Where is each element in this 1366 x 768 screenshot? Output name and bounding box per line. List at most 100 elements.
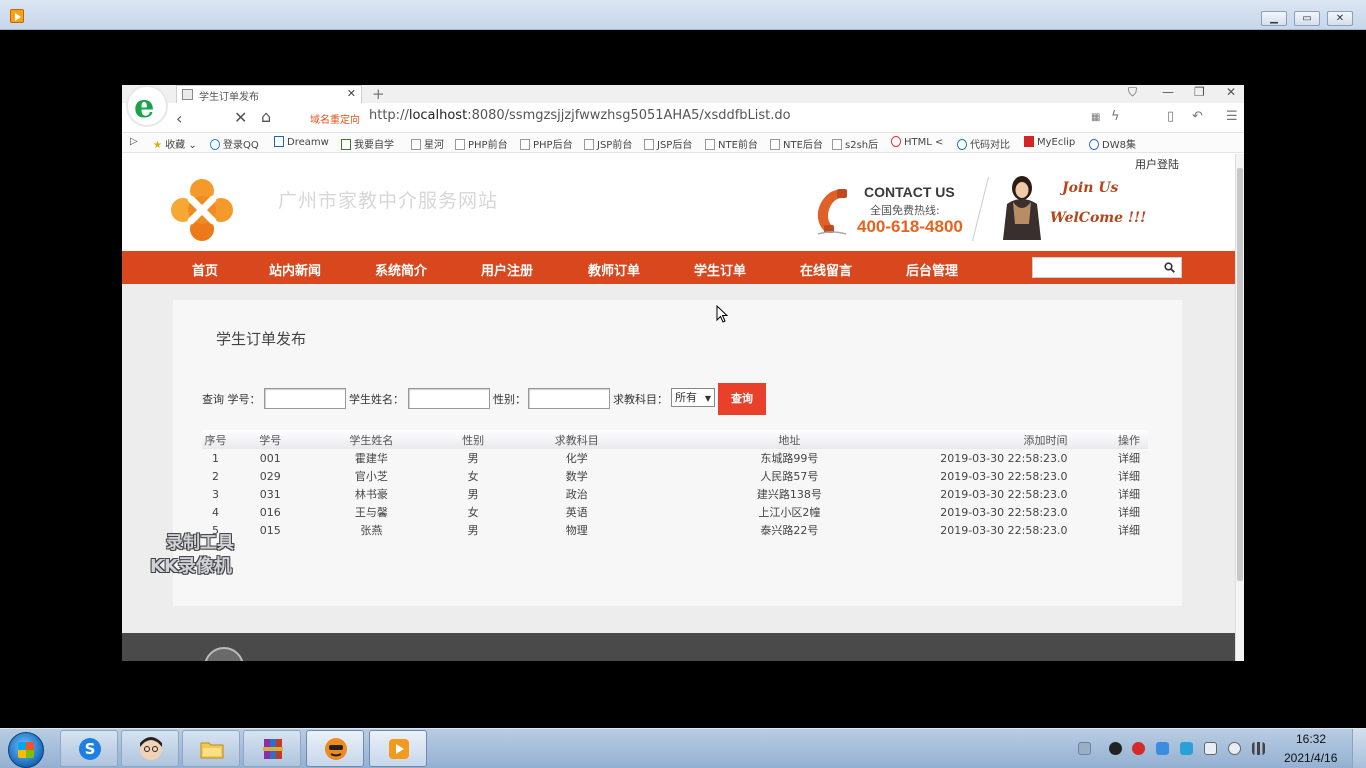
signal-icon[interactable] [1252,742,1265,755]
detail-link[interactable]: 详细 [1068,467,1148,485]
bookmark-item[interactable]: NTE后台 [770,136,823,151]
nav-student-orders[interactable]: 学生订单 [694,260,746,279]
mouse-cursor-icon [716,305,729,323]
nav-news[interactable]: 站内新闻 [269,260,321,279]
close-tab-icon[interactable]: ✕ [347,87,356,100]
nav-teacher-orders[interactable]: 教师订单 [588,260,640,279]
bookmark-item[interactable]: PHP前台 [455,136,508,151]
nav-about[interactable]: 系统简介 [375,260,427,279]
student-no-input[interactable] [264,388,346,409]
nav-messages[interactable]: 在线留言 [800,260,852,279]
tab-student-orders[interactable]: 学生订单发布 ✕ [176,85,362,103]
bolt-icon[interactable]: ϟ [1111,109,1120,124]
bookmark-item[interactable]: 代码对比 [957,136,1010,151]
taskbar-winrar[interactable] [243,730,301,767]
bookmark-item[interactable]: ★ 收藏 ⌄ [153,136,197,151]
clock-date[interactable]: 2021/4/16 [1284,751,1337,765]
bookmark-item[interactable]: JSP后台 [644,136,692,151]
tab-bar: 学生订单发布 ✕ + ⛉ — ❐ ✕ [122,85,1244,103]
cell-student-no: 031 [259,487,281,501]
site-header: 用户登陆 广州市家教中介服务网站 CONTACT US 全国免费热线: 400-… [122,154,1235,251]
folder-icon [200,742,224,759]
reader-icon[interactable]: ▯ [1167,109,1174,124]
clock-time[interactable]: 16:32 [1296,732,1326,746]
search-icon[interactable] [1164,262,1175,273]
cell-subject: 化学 [565,452,588,465]
player-app-icon [10,9,24,23]
cell-added-time: 2019-03-30 22:58:23.0 [940,487,1068,501]
bookmark-item[interactable]: 登录QQ [210,136,259,151]
taskbar-sogou[interactable]: S [60,730,118,767]
column-header: 求教科目 [514,430,639,449]
volume-icon[interactable] [1228,742,1241,755]
bookmark-item[interactable]: JSP前台 [584,136,632,151]
shield-icon[interactable] [1156,742,1169,755]
scrollbar-thumb[interactable] [1237,168,1243,581]
window-restore-icon[interactable]: ❐ [1194,85,1205,99]
cell-subject: 英语 [565,506,588,519]
bookmark-item[interactable]: HTML < [891,136,943,148]
menu-icon[interactable]: ☰ [1226,109,1238,124]
nav-register[interactable]: 用户注册 [481,260,533,279]
watermark-line1: 录制工具 [166,533,234,553]
site-search-input[interactable] [1032,257,1182,278]
detail-link[interactable]: 详细 [1068,449,1148,467]
minimize-button[interactable]: ▁ [1261,11,1287,26]
bookmark-item[interactable]: 星河 [411,136,444,151]
taskbar-player[interactable] [369,730,427,767]
orders-table: 序号 学号 学生姓名 性别 求教科目 地址 添加时间 操作 1 001 霍建华 [202,430,1148,539]
bookmark-item[interactable]: NTE前台 [705,136,758,151]
start-button[interactable] [8,732,44,768]
bookmark-item[interactable]: Dreamw [274,136,329,148]
keyboard-icon[interactable] [1078,742,1091,755]
login-link[interactable]: 用户登陆 [1135,156,1179,172]
window-minimize-icon[interactable]: — [1162,85,1174,99]
window-close-icon[interactable]: ✕ [1226,85,1236,99]
taskbar-kk-recorder[interactable] [306,730,364,767]
nav-admin[interactable]: 后台管理 [906,260,958,279]
phone-icon [817,189,847,235]
qq-icon[interactable] [1109,742,1122,755]
cell-student-no: 016 [259,505,281,519]
detail-link[interactable]: 详细 [1068,503,1148,521]
close-button[interactable]: ✕ [1327,11,1353,26]
taskbar-avatar-app[interactable] [121,730,179,767]
column-header: 地址 [638,430,941,449]
maximize-button[interactable]: ▭ [1294,11,1320,26]
home-icon[interactable]: ⌂ [261,107,271,126]
cell-student-no: 029 [259,469,281,483]
detail-link[interactable]: 详细 [1068,485,1148,503]
stop-icon[interactable]: ✕ [234,108,247,127]
grid-icon[interactable]: ▦ [1091,112,1100,123]
student-name-input[interactable] [408,388,490,409]
network-app-icon[interactable] [1180,742,1193,755]
back-icon[interactable]: ‹ [176,109,182,128]
bookmark-item[interactable]: s2sh后 [832,136,878,151]
subject-select[interactable]: 所有 ▼ [671,388,715,407]
url-field[interactable]: http://localhost:8080/ssmgzsjjzjfwwzhsg5… [369,108,791,123]
page-scrollbar[interactable] [1235,154,1244,661]
bookmarks-toggle-icon[interactable]: ▷ [130,136,138,147]
new-tab-icon[interactable]: + [372,85,385,103]
cell-gender: 女 [467,470,479,483]
detail-link[interactable]: 详细 [1068,521,1148,539]
page-icon [182,89,193,100]
bookmark-item[interactable]: DW8集 [1089,136,1136,151]
bookmark-item[interactable]: PHP后台 [520,136,573,151]
redirect-label: 域名重定向 [310,115,360,126]
nav-home[interactable]: 首页 [192,260,218,279]
cell-student-name: 张燕 [360,524,383,537]
search-button[interactable]: 查询 [718,383,766,415]
bookmark-item[interactable]: 我要自学 [341,136,394,151]
bookmark-item[interactable]: MyEclip [1024,136,1075,148]
undo-icon[interactable]: ↶ [1192,109,1203,124]
site-footer [122,633,1235,661]
gender-input[interactable] [528,388,610,409]
show-desktop-button[interactable] [1352,729,1366,768]
student-name-label: 学生姓名： [349,393,404,406]
shirt-icon[interactable]: ⛉ [1128,85,1137,100]
cell-address: 建兴路138号 [756,488,822,501]
taskbar-explorer[interactable] [182,730,240,767]
security-icon[interactable] [1132,742,1145,755]
usb-icon[interactable] [1204,742,1217,755]
